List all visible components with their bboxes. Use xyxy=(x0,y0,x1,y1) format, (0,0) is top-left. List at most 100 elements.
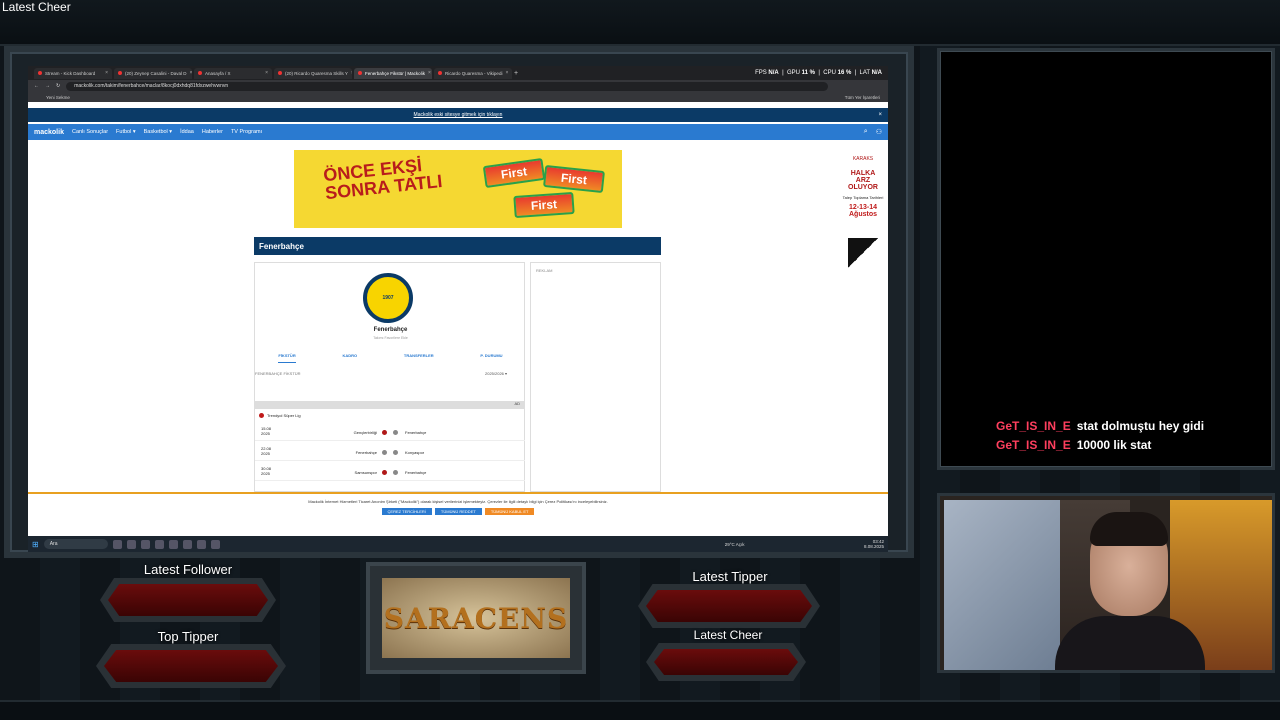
home-team: Gençlerbirliği xyxy=(353,430,377,435)
close-tab-icon[interactable]: × xyxy=(265,70,268,76)
browser-tab[interactable]: Anasayfa / X × xyxy=(194,67,272,79)
latest-follower-plate xyxy=(100,578,276,622)
nav-item[interactable]: TV Programı xyxy=(231,129,262,135)
nav-item[interactable]: Basketbol ▾ xyxy=(144,129,172,135)
close-tab-icon[interactable]: × xyxy=(105,70,108,76)
tab-fixture[interactable]: FİKSTÜR xyxy=(278,353,296,363)
nav-item[interactable]: Haberler xyxy=(202,129,223,135)
new-tab-icon[interactable]: + xyxy=(514,70,518,77)
top-tipper-plate xyxy=(96,644,286,688)
user-icon[interactable]: ⚇ xyxy=(876,128,882,136)
latest-cheer-plate xyxy=(646,643,806,681)
team-name: Fenerbahçe xyxy=(373,327,408,333)
away-team: Fenerbahçe xyxy=(405,470,427,475)
browser-tab[interactable]: (20) Ricardo Quaresma Skills Y× xyxy=(274,67,352,79)
taskbar-app-icon[interactable] xyxy=(210,539,220,549)
close-tab-icon[interactable]: × xyxy=(505,70,508,76)
side-ad[interactable]: KARAKS HALKA ARZ OLUYOR Talep Toplama Ta… xyxy=(842,146,884,346)
ad-product: First xyxy=(482,157,546,189)
reject-all-button[interactable]: TÜMÜNÜ REDDET xyxy=(434,508,482,515)
browser-tab[interactable]: Ricardo Quaresma - Vikipedi × xyxy=(434,67,512,79)
chat-text: 10000 lik stat xyxy=(1076,438,1152,452)
ad-product: First xyxy=(543,164,605,194)
address-bar: ← → ↻ mackolik.com/takim/fenerbahce/macl… xyxy=(28,80,888,92)
tab-transfers[interactable]: TRANSFERLER xyxy=(404,353,434,363)
team-badge-icon xyxy=(393,450,398,455)
taskbar-app-icon[interactable] xyxy=(154,539,164,549)
add-favorite-link[interactable]: Takımı Favorilere Ekle xyxy=(255,336,526,340)
url-field[interactable]: mackolik.com/takim/fenerbahce/maclar/8ko… xyxy=(66,81,828,91)
cookie-preferences-button[interactable]: ÇEREZ TERCİHLERİ xyxy=(381,508,432,515)
clock[interactable]: 03:42 8.08.2025 xyxy=(864,539,884,549)
tab-standings[interactable]: P. DURUMU xyxy=(480,353,502,363)
nav-item[interactable]: Canlı Sonuçlar xyxy=(72,129,108,135)
team-crest-icon: 1907 xyxy=(363,273,413,323)
taskbar-search[interactable]: Ara xyxy=(43,539,108,549)
bookmark-item[interactable]: Yeni Sekme xyxy=(46,95,70,100)
tab-bar: Stream - Kick Dashboard × (20) Zeynep Cas… xyxy=(28,66,888,80)
tab-favicon-icon xyxy=(38,71,42,75)
nav-item[interactable]: İddaa xyxy=(180,129,194,135)
latest-tipper-plate xyxy=(638,584,820,628)
webcam-feed xyxy=(937,493,1275,673)
taskbar-app-icon[interactable] xyxy=(112,539,122,549)
close-notice-icon[interactable]: × xyxy=(878,112,882,118)
team-badge-icon xyxy=(382,430,387,435)
chat-text: stat dolmuştu hey gidi xyxy=(1076,419,1205,433)
latest-tipper-label: Latest Tipper xyxy=(692,569,768,584)
close-tab-icon[interactable]: × xyxy=(190,70,192,76)
taskbar-app-icon[interactable] xyxy=(182,539,192,549)
old-site-notice[interactable]: Mackolik eski sitesye gitmek için tıklay… xyxy=(28,108,888,122)
tab-favicon-icon xyxy=(278,71,282,75)
accept-all-button[interactable]: TÜMÜNÜ KABUL ET xyxy=(484,508,535,515)
all-bookmarks[interactable]: Tüm Yer İşaretleri xyxy=(845,95,880,100)
browser-tab-active[interactable]: Fenerbahçe Fikstür | Mackolik × xyxy=(354,67,432,79)
ad-row: AD xyxy=(255,401,525,409)
back-icon[interactable]: ← xyxy=(34,83,39,89)
tab-favicon-icon xyxy=(358,71,362,75)
away-team: Konyaspor xyxy=(405,450,425,455)
taskbar-app-icon[interactable] xyxy=(168,539,178,549)
latest-cheer-top-label: Latest Cheer xyxy=(2,0,71,14)
site-navbar: mackolik Canlı Sonuçlar Futbol ▾ Basketb… xyxy=(28,124,888,140)
close-tab-icon[interactable]: × xyxy=(351,70,352,76)
match-row[interactable]: 30.08 2025 Samsunspor Fenerbahçe xyxy=(255,463,525,481)
league-header: Trendyol Süper Lig xyxy=(259,413,301,418)
channel-logo: SARACENS xyxy=(382,578,570,658)
browser-tab[interactable]: (20) Zeynep Casalini - Daval D × xyxy=(114,67,192,79)
windows-taskbar: ⊞ Ara 29°C Açık 03:42 8.08.2025 xyxy=(28,536,888,552)
team-tabs: FİKSTÜR KADRO TRANSFERLER P. DURUMU xyxy=(255,353,526,363)
season-select[interactable]: 2025/2026 ▾ xyxy=(485,371,507,376)
top-tipper-label: Top Tipper xyxy=(157,629,219,644)
match-row[interactable]: 15.08 2025 Gençlerbirliği Fenerbahçe xyxy=(255,423,525,441)
match-row[interactable]: 22.08 2025 Fenerbahçe Konyaspor xyxy=(255,443,525,461)
taskbar-app-icon[interactable] xyxy=(196,539,206,549)
taskbar-app-icon[interactable] xyxy=(126,539,136,549)
latest-cheer-label: Latest Cheer xyxy=(693,628,763,642)
cookie-banner: Mackolik İnternet Hizmetleri Ticaret Ano… xyxy=(28,492,888,536)
weather-widget[interactable]: 29°C Açık xyxy=(725,542,745,547)
search-icon[interactable]: ⌕ xyxy=(864,128,868,136)
taskbar-app-icon[interactable] xyxy=(140,539,150,549)
nav-item[interactable]: Futbol ▾ xyxy=(116,129,136,135)
home-team: Fenerbahçe xyxy=(355,450,377,455)
ad-banner[interactable]: ÖNCE EKŞİ SONRA TATLI First First First xyxy=(294,150,622,228)
bottom-strip xyxy=(0,700,1280,720)
cookie-text: Mackolik İnternet Hizmetleri Ticaret Ano… xyxy=(308,499,608,504)
team-badge-icon xyxy=(393,470,398,475)
bookmarks-bar: Yeni Sekme Tüm Yer İşaretleri xyxy=(28,92,888,102)
close-tab-icon[interactable]: × xyxy=(428,70,431,76)
chat-message: GeT_IS_IN_E 10000 lik stat xyxy=(996,438,1151,452)
team-card: 1907 Fenerbahçe Takımı Favorilere Ekle F… xyxy=(254,262,525,492)
fixture-title: FENERBAHÇE FİKSTÜR xyxy=(255,371,301,376)
performance-overlay: FPS N/A | GPU 11 % | CPU 16 % | LAT N/A xyxy=(755,70,882,76)
tab-favicon-icon xyxy=(118,71,122,75)
ad-headline: ÖNCE EKŞİ SONRA TATLI xyxy=(322,155,444,204)
latest-follower-label: Latest Follower xyxy=(143,562,233,577)
tab-squad[interactable]: KADRO xyxy=(342,353,357,363)
browser-tab[interactable]: Stream - Kick Dashboard × xyxy=(34,67,112,79)
reload-icon[interactable]: ↻ xyxy=(56,83,60,89)
forward-icon[interactable]: → xyxy=(45,83,50,89)
windows-start-icon[interactable]: ⊞ xyxy=(32,540,39,549)
site-logo[interactable]: mackolik xyxy=(34,129,64,136)
